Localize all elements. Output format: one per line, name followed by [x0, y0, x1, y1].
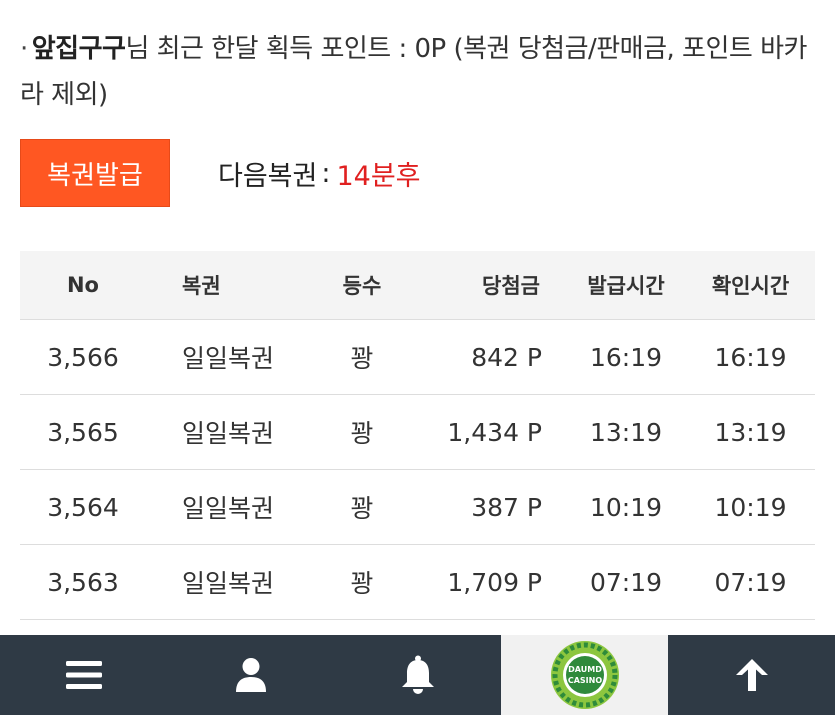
menu-icon — [65, 661, 102, 689]
nav-notification-button[interactable] — [334, 635, 501, 715]
nav-menu-button[interactable] — [0, 635, 167, 715]
cell-name: 일일복권 — [146, 394, 306, 470]
next-lottery: 다음복권 : 14분후 — [218, 154, 421, 193]
table-row: 3,565 일일복권 꽝 1,434 P 13:19 13:19 — [20, 394, 815, 470]
cell-name: 일일복권 — [146, 544, 306, 620]
bullet: · — [20, 34, 28, 64]
issue-lottery-button[interactable]: 복권발급 — [20, 139, 170, 207]
table-header-row: No 복권 등수 당첨금 발급시간 확인시간 — [20, 251, 815, 320]
next-lottery-colon: : — [321, 157, 331, 189]
cell-issued: 16:19 — [566, 319, 686, 395]
logo-text-line1: DAUMD — [568, 665, 602, 674]
header-prize: 당첨금 — [418, 251, 566, 320]
nav-scroll-top-button[interactable] — [668, 635, 835, 715]
header-name: 복권 — [146, 251, 306, 320]
cell-issued: 10:19 — [566, 469, 686, 545]
logo-text-line2: CASINO — [567, 676, 601, 685]
cell-prize: 387 P — [418, 469, 566, 545]
table-row: 3,564 일일복권 꽝 387 P 10:19 10:19 — [20, 469, 815, 545]
casino-logo-icon: DAUMD CASINO — [550, 641, 619, 709]
monthly-points-info: · 앞집구구님 최근 한달 획득 포인트 : 0P (복권 당첨금/판매금, 포인… — [20, 26, 815, 118]
cell-checked: 13:19 — [686, 394, 815, 470]
cell-rank: 꽝 — [306, 394, 418, 470]
cell-issued: 07:19 — [566, 544, 686, 620]
next-lottery-label: 다음복권 — [218, 160, 318, 192]
cell-rank: 꽝 — [306, 544, 418, 620]
cell-no: 3,566 — [20, 319, 146, 395]
issue-row: 복권발급 다음복권 : 14분후 — [20, 139, 421, 207]
table-row: 3,563 일일복권 꽝 1,709 P 07:19 07:19 — [20, 544, 815, 620]
nav-user-button[interactable] — [167, 635, 334, 715]
points-text: 님 최근 한달 획득 포인트 : 0P (복권 당첨금/판매금, 포인트 바카라… — [20, 34, 807, 110]
cell-issued: 13:19 — [566, 394, 686, 470]
cell-checked: 07:19 — [686, 544, 815, 620]
cell-rank: 꽝 — [306, 469, 418, 545]
table-row: 3,566 일일복권 꽝 842 P 16:19 16:19 — [20, 319, 815, 395]
cell-name: 일일복권 — [146, 319, 306, 395]
username: 앞집구구 — [31, 34, 126, 64]
header-issued: 발급시간 — [566, 251, 686, 320]
cell-checked: 10:19 — [686, 469, 815, 545]
header-no: No — [20, 251, 146, 320]
cell-prize: 842 P — [418, 319, 566, 395]
cell-no: 3,565 — [20, 394, 146, 470]
bell-icon — [401, 655, 434, 694]
page: · 앞집구구님 최근 한달 획득 포인트 : 0P (복권 당첨금/판매금, 포인… — [0, 0, 835, 715]
next-lottery-time: 14분후 — [336, 160, 421, 192]
cell-prize: 1,434 P — [418, 394, 566, 470]
cell-checked: 16:19 — [686, 319, 815, 395]
header-rank: 등수 — [306, 251, 418, 320]
cell-name: 일일복권 — [146, 469, 306, 545]
cell-no: 3,563 — [20, 544, 146, 620]
user-icon — [235, 658, 266, 692]
nav-casino-logo[interactable]: DAUMD CASINO — [501, 635, 668, 715]
header-checked: 확인시간 — [686, 251, 815, 320]
bottom-nav: DAUMD CASINO — [0, 635, 835, 715]
cell-no: 3,564 — [20, 469, 146, 545]
arrow-up-icon — [735, 659, 768, 691]
cell-prize: 1,709 P — [418, 544, 566, 620]
lottery-table: No 복권 등수 당첨금 발급시간 확인시간 3,566 일일복권 꽝 842 … — [20, 251, 815, 620]
cell-rank: 꽝 — [306, 319, 418, 395]
